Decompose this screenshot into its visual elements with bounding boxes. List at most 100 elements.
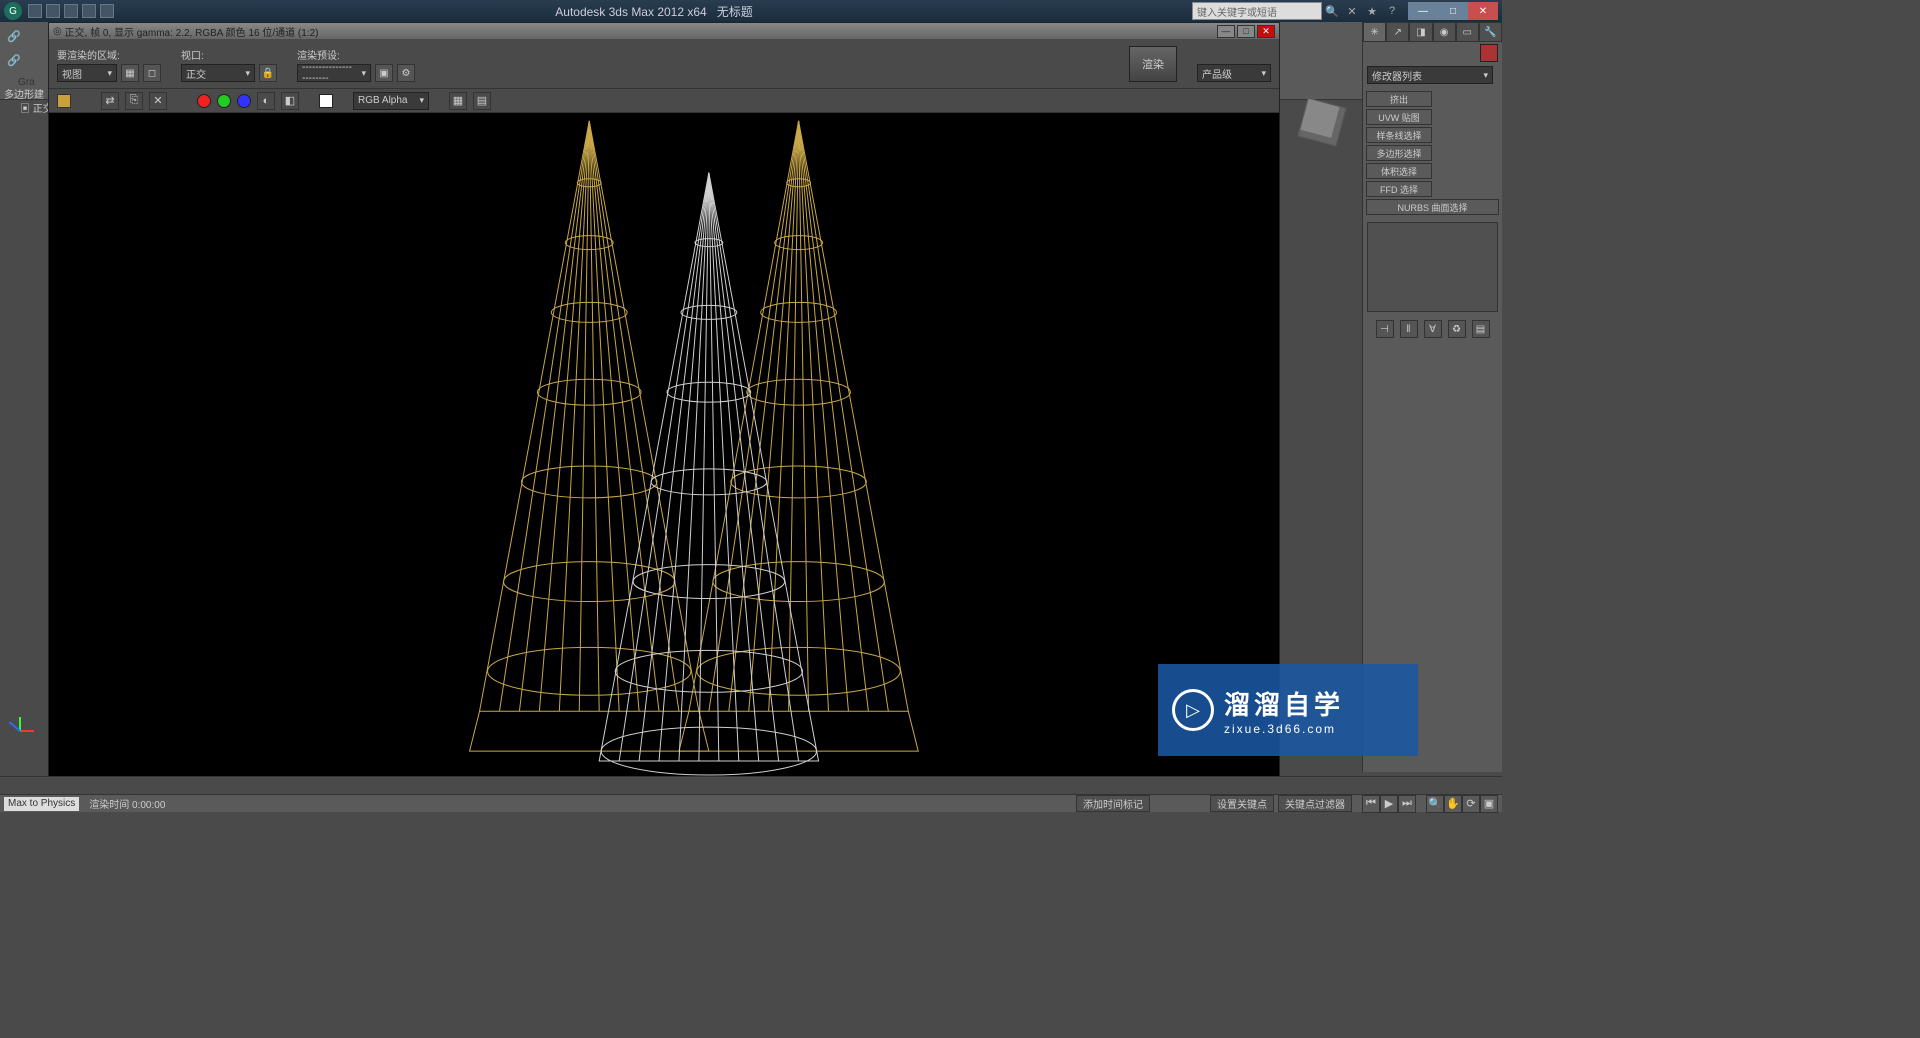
cp-btn-5[interactable]: FFD 选择 <box>1366 181 1432 197</box>
watermark-main: 溜溜自学 <box>1224 685 1344 722</box>
render-title: 正交, 帧 0, 显示 gamma: 2.2, RGBA 颜色 16 位/通道 … <box>65 24 319 39</box>
bg-swatch[interactable] <box>319 94 333 108</box>
axis-gizmo-icon <box>14 712 42 740</box>
modify-tab-icon[interactable]: ↗ <box>1386 22 1409 42</box>
cp-btn-1[interactable]: UVW 贴图 <box>1366 109 1432 125</box>
qat-save-icon[interactable] <box>64 4 78 18</box>
key-filter-button[interactable]: 关键点过滤器 <box>1278 795 1352 812</box>
utilities-tab-icon[interactable]: 🔧 <box>1479 22 1502 42</box>
unlink-icon[interactable]: 🔗 <box>4 50 24 70</box>
close-button[interactable]: ✕ <box>1468 2 1498 20</box>
qat-new-icon[interactable] <box>28 4 42 18</box>
qat-open-icon[interactable] <box>46 4 60 18</box>
copy-icon[interactable]: ⎘ <box>125 92 143 110</box>
preset-browse-icon[interactable]: ▣ <box>375 64 393 82</box>
clone-icon[interactable]: ⇄ <box>101 92 119 110</box>
viewport-lock-icon[interactable]: 🔒 <box>259 64 277 82</box>
minimize-button[interactable]: — <box>1408 2 1438 20</box>
area-crop-icon[interactable]: ◻ <box>143 64 161 82</box>
remove-mod-icon[interactable]: ♻ <box>1448 320 1466 338</box>
help-icon[interactable]: ? <box>1384 3 1400 19</box>
app-title: Autodesk 3ds Max 2012 x64 无标题 <box>116 3 1192 20</box>
app-logo-icon[interactable]: G <box>4 2 22 20</box>
show-end-icon[interactable]: ‖ <box>1400 320 1418 338</box>
viewport-dropdown[interactable]: 正交 <box>181 64 255 82</box>
object-color-swatch[interactable] <box>1480 44 1498 62</box>
poly-modeling-label: 多边形建 <box>4 86 44 101</box>
overlay-icon[interactable]: ▦ <box>449 92 467 110</box>
cp-btn-0[interactable]: 挤出 <box>1366 91 1432 107</box>
hierarchy-tab-icon[interactable]: ◨ <box>1409 22 1432 42</box>
modifier-stack[interactable] <box>1367 222 1498 312</box>
motion-tab-icon[interactable]: ◉ <box>1433 22 1456 42</box>
cp-btn-2[interactable]: 样条线选择 <box>1366 127 1432 143</box>
wireframe-center <box>599 173 818 775</box>
zoom-icon[interactable]: 🔍 <box>1426 795 1444 813</box>
viewcube[interactable] <box>1292 92 1352 152</box>
clear-icon[interactable]: ✕ <box>149 92 167 110</box>
render-area-dropdown[interactable]: 视图 <box>57 64 117 82</box>
render-minimize-button[interactable]: — <box>1217 25 1235 38</box>
next-key-icon[interactable]: ⏭ <box>1398 795 1416 813</box>
play-icon-btn[interactable]: ▶ <box>1380 795 1398 813</box>
render-area-label: 要渲染的区域: <box>57 47 161 62</box>
configure-icon[interactable]: ▤ <box>1472 320 1490 338</box>
modifier-list-dropdown[interactable]: 修改器列表 <box>1367 66 1493 84</box>
main-titlebar: G Autodesk 3ds Max 2012 x64 无标题 键入关键字或短语… <box>0 0 1502 22</box>
preset-settings-icon[interactable]: ⚙ <box>397 64 415 82</box>
render-time-label: 渲染时间 0:00:00 <box>89 796 165 811</box>
add-time-tag-button[interactable]: 添加时间标记 <box>1076 795 1150 812</box>
maxview-icon[interactable]: ▣ <box>1480 795 1498 813</box>
cp-btn-3[interactable]: 多边形选择 <box>1366 145 1432 161</box>
channel-dropdown[interactable]: RGB Alpha <box>353 92 429 110</box>
make-unique-icon[interactable]: ∀ <box>1424 320 1442 338</box>
create-tab-icon[interactable]: ✳ <box>1363 22 1386 42</box>
render-controls: 要渲染的区域: 视图 ▦ ◻ 视口: 正交 🔒 渲染预设: ----------… <box>49 39 1279 89</box>
split-icon[interactable]: ▤ <box>473 92 491 110</box>
render-button[interactable]: 渲染 <box>1129 46 1177 82</box>
preset-dropdown[interactable]: ----------------------- <box>297 64 371 82</box>
output-dropdown[interactable]: 产品级 <box>1197 64 1271 82</box>
watermark-sub: zixue.3d66.com <box>1224 722 1344 736</box>
search-icon[interactable]: 🔍 <box>1324 3 1340 19</box>
window-controls: — □ ✕ <box>1408 2 1498 20</box>
channel-green-icon[interactable] <box>217 94 231 108</box>
render-titlebar: ◎ 正交, 帧 0, 显示 gamma: 2.2, RGBA 颜色 16 位/通… <box>49 23 1279 39</box>
set-key-button[interactable]: 设置关键点 <box>1210 795 1274 812</box>
render-window-icon: ◎ <box>53 26 62 37</box>
maximize-button[interactable]: □ <box>1438 2 1468 20</box>
cp-btn-4[interactable]: 体积选择 <box>1366 163 1432 179</box>
qat-undo-icon[interactable] <box>82 4 96 18</box>
script-listener[interactable]: Max to Physics <box>4 797 79 811</box>
render-close-button[interactable]: ✕ <box>1257 25 1275 38</box>
pan-icon[interactable]: ✋ <box>1444 795 1462 813</box>
cp-btn-6[interactable]: NURBS 曲面选择 <box>1366 199 1499 215</box>
modifier-buttons: 挤出 UVW 贴图 样条线选择 多边形选择 体积选择 FFD 选择 NURBS … <box>1363 88 1502 218</box>
render-viewport <box>49 113 1279 781</box>
render-maximize-button[interactable]: □ <box>1237 25 1255 38</box>
timeline[interactable] <box>0 776 1502 794</box>
channel-blue-icon[interactable] <box>237 94 251 108</box>
command-panel: ✳ ↗ ◨ ◉ ▭ 🔧 修改器列表 挤出 UVW 贴图 样条线选择 多边形选择 … <box>1362 22 1502 772</box>
orbit-icon[interactable]: ⟳ <box>1462 795 1480 813</box>
channel-red-icon[interactable] <box>197 94 211 108</box>
help-search-input[interactable]: 键入关键字或短语 <box>1192 2 1322 20</box>
status-bar: Max to Physics 渲染时间 0:00:00 添加时间标记 设置关键点… <box>0 794 1502 812</box>
render-frame-window: ◎ 正交, 帧 0, 显示 gamma: 2.2, RGBA 颜色 16 位/通… <box>48 22 1280 782</box>
toggle-icon[interactable]: ✕ <box>1344 3 1360 19</box>
link-icon[interactable]: 🔗 <box>4 26 24 46</box>
render-toolbar: ⇄ ⎘ ✕ ◐ ◧ RGB Alpha ▦ ▤ <box>49 89 1279 113</box>
viewcube-icon[interactable] <box>1298 98 1347 147</box>
prev-key-icon[interactable]: ⏮ <box>1362 795 1380 813</box>
pin-stack-icon[interactable]: ⊣ <box>1376 320 1394 338</box>
favorite-icon[interactable]: ★ <box>1364 3 1380 19</box>
alpha-icon[interactable]: ◐ <box>257 92 275 110</box>
viewport-label: 视口: <box>181 47 277 62</box>
mono-icon[interactable]: ◧ <box>281 92 299 110</box>
display-tab-icon[interactable]: ▭ <box>1456 22 1479 42</box>
play-icon: ▷ <box>1172 689 1214 731</box>
preset-label: 渲染预设: <box>297 47 415 62</box>
area-edit-icon[interactable]: ▦ <box>121 64 139 82</box>
save-image-icon[interactable] <box>57 94 71 108</box>
qat-redo-icon[interactable] <box>100 4 114 18</box>
